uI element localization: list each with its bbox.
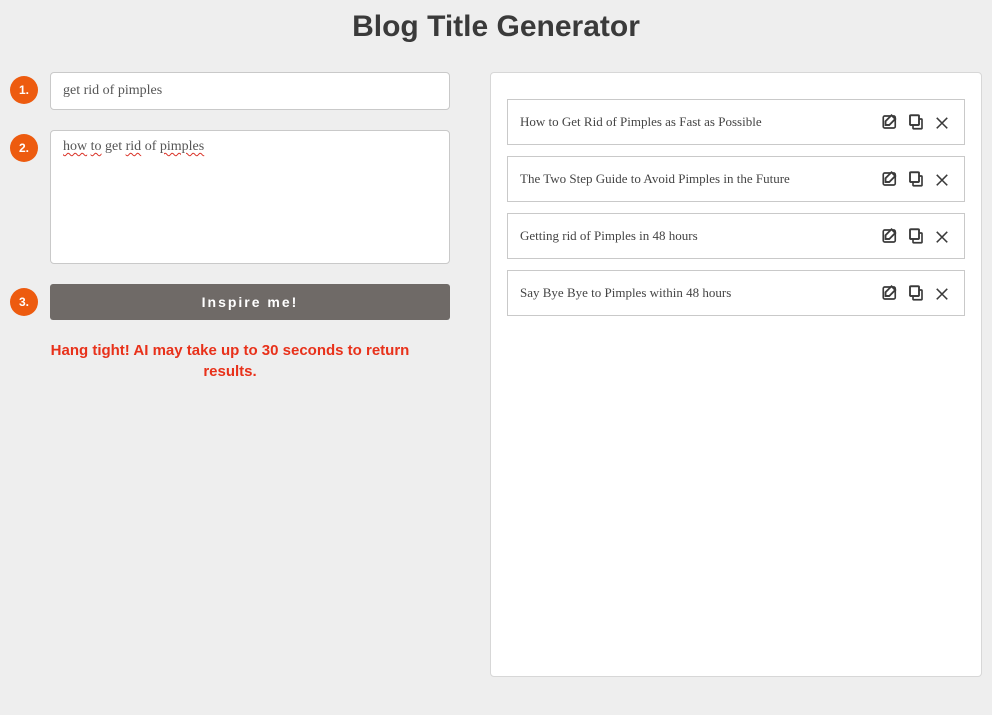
result-actions <box>880 112 952 132</box>
edit-icon[interactable] <box>880 169 900 189</box>
step-2-row: 2. how to get rid of pimples <box>10 130 450 264</box>
result-item: Getting rid of Pimples in 48 hours <box>507 213 965 259</box>
result-text: The Two Step Guide to Avoid Pimples in t… <box>520 171 880 187</box>
close-icon[interactable] <box>932 112 952 132</box>
textarea-word: how <box>63 139 87 154</box>
result-item: How to Get Rid of Pimples as Fast as Pos… <box>507 99 965 145</box>
step-1-row: 1. <box>10 72 450 110</box>
copy-icon[interactable] <box>906 169 926 189</box>
results-panel: How to Get Rid of Pimples as Fast as Pos… <box>490 72 982 677</box>
right-column: How to Get Rid of Pimples as Fast as Pos… <box>490 72 982 677</box>
status-message: Hang tight! AI may take up to 30 seconds… <box>10 340 450 382</box>
topic-input[interactable] <box>50 72 450 110</box>
edit-icon[interactable] <box>880 226 900 246</box>
result-actions <box>880 283 952 303</box>
details-textarea[interactable]: how to get rid of pimples <box>50 130 450 264</box>
textarea-word: of <box>145 139 157 154</box>
step-3-badge: 3. <box>10 288 38 316</box>
left-column: 1. 2. how to get rid of pimples 3. Inspi… <box>10 72 450 677</box>
textarea-word: get <box>105 139 122 154</box>
textarea-word: pimples <box>160 139 204 154</box>
result-item: Say Bye Bye to Pimples within 48 hours <box>507 270 965 316</box>
textarea-word: to <box>91 139 102 154</box>
result-text: Say Bye Bye to Pimples within 48 hours <box>520 285 880 301</box>
step-2-badge: 2. <box>10 134 38 162</box>
copy-icon[interactable] <box>906 283 926 303</box>
result-text: How to Get Rid of Pimples as Fast as Pos… <box>520 114 880 130</box>
step-1-badge: 1. <box>10 76 38 104</box>
edit-icon[interactable] <box>880 112 900 132</box>
close-icon[interactable] <box>932 283 952 303</box>
copy-icon[interactable] <box>906 112 926 132</box>
result-actions <box>880 226 952 246</box>
result-actions <box>880 169 952 189</box>
copy-icon[interactable] <box>906 226 926 246</box>
main-columns: 1. 2. how to get rid of pimples 3. Inspi… <box>0 72 992 687</box>
edit-icon[interactable] <box>880 283 900 303</box>
result-item: The Two Step Guide to Avoid Pimples in t… <box>507 156 965 202</box>
inspire-button[interactable]: Inspire me! <box>50 284 450 320</box>
close-icon[interactable] <box>932 169 952 189</box>
result-text: Getting rid of Pimples in 48 hours <box>520 228 880 244</box>
page-title: Blog Title Generator <box>0 10 992 44</box>
textarea-word: rid <box>126 139 142 154</box>
close-icon[interactable] <box>932 226 952 246</box>
step-3-row: 3. Inspire me! <box>10 284 450 320</box>
